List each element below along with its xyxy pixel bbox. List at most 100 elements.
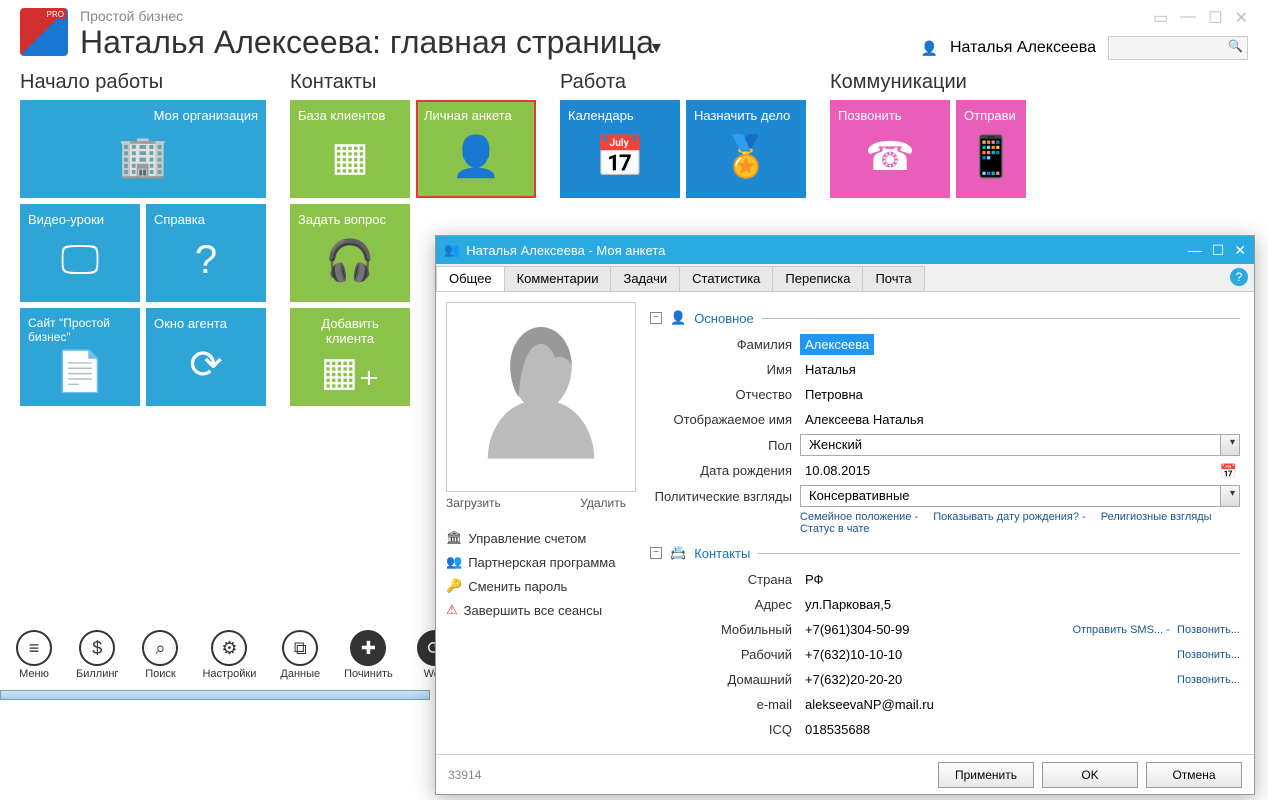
dialog-minimize-icon[interactable]: —	[1188, 242, 1202, 259]
action-sms[interactable]: Отправить SMS... -	[1072, 624, 1169, 636]
tile-ask[interactable]: Задать вопрос 🎧	[290, 204, 410, 302]
tile-agent[interactable]: Окно агента ⟳	[146, 308, 266, 406]
link-religion[interactable]: Религиозные взгляды	[1101, 511, 1212, 523]
tab-comments[interactable]: Комментарии	[504, 266, 612, 291]
field-gender[interactable]: Женский	[800, 434, 1240, 456]
building-icon: 🏢	[28, 123, 258, 190]
group-main[interactable]: − 👤 Основное	[650, 310, 1240, 326]
calendar-picker-icon[interactable]: 📅	[1220, 463, 1237, 480]
field-display[interactable]: Алексеева Наталья	[800, 409, 1240, 430]
bt-data[interactable]: ⧉Данные	[280, 630, 320, 680]
field-surname[interactable]: Алексеева	[800, 334, 874, 355]
collapse-icon[interactable]: −	[650, 547, 662, 559]
section-work-title: Работа	[560, 71, 820, 94]
calendar-icon: 📅	[568, 123, 672, 190]
action-call[interactable]: Позвонить...	[1177, 649, 1240, 661]
dialog-maximize-icon[interactable]: ☐	[1212, 242, 1225, 259]
maximize-icon[interactable]: ☐	[1208, 8, 1222, 28]
search-input[interactable]	[1108, 36, 1248, 60]
cancel-button[interactable]: Отмена	[1146, 762, 1242, 788]
field-icq[interactable]: 018535688	[800, 719, 1240, 740]
field-work-phone[interactable]: +7(632)10-10-10	[800, 644, 1177, 665]
user-icon: 👤	[921, 40, 938, 57]
headset-icon: 🎧	[298, 227, 402, 294]
field-patronymic[interactable]: Петровна	[800, 384, 1240, 405]
tile-call[interactable]: Позвонить ☎	[830, 100, 950, 198]
dialog-tabs: Общее Комментарии Задачи Статистика Пере…	[436, 264, 1254, 292]
bt-settings[interactable]: ⚙Настройки	[202, 630, 256, 680]
field-country[interactable]: РФ	[800, 569, 1240, 590]
avatar-upload[interactable]: Загрузить	[446, 496, 501, 510]
tile-send[interactable]: Отправи 📱	[956, 100, 1026, 198]
tile-personal-form[interactable]: Личная анкета 👤	[416, 100, 536, 198]
avatar-delete[interactable]: Удалить	[580, 496, 626, 510]
document-icon: 📄	[28, 344, 132, 398]
bt-repair[interactable]: ✚Починить	[344, 630, 393, 680]
bank-icon: 🏛	[446, 530, 463, 546]
tile-client-db[interactable]: База клиентов ▦	[290, 100, 410, 198]
tile-assign[interactable]: Назначить дело 🏅	[686, 100, 806, 198]
ribbon-icon: 🏅	[694, 123, 798, 190]
app-subtitle: Простой бизнес	[80, 8, 921, 24]
close-icon[interactable]: ✕	[1235, 8, 1248, 28]
field-email[interactable]: alekseevaNP@mail.ru	[800, 694, 1240, 715]
phone-icon: ☎	[838, 123, 942, 190]
bt-search[interactable]: ⌕Поиск	[142, 630, 178, 680]
device-icon: 📱	[964, 123, 1018, 190]
section-contacts-title: Контакты	[290, 71, 550, 94]
field-name[interactable]: Наталья	[800, 359, 1240, 380]
tile-help[interactable]: Справка ?	[146, 204, 266, 302]
grid-plus-icon: ▦₊	[298, 346, 402, 398]
record-id: 33914	[448, 768, 481, 782]
link-chat-status[interactable]: Статус в чате	[800, 523, 869, 535]
bt-menu[interactable]: ≡Меню	[16, 630, 52, 680]
field-birth[interactable]: 10.08.2015📅	[800, 460, 1240, 481]
status-bar	[0, 690, 430, 700]
bt-billing[interactable]: $Биллинг	[76, 630, 118, 680]
dialog-titlebar[interactable]: 👥 Наталья Алексеева - Моя анкета — ☐ ✕	[436, 236, 1254, 264]
tab-general[interactable]: Общее	[436, 266, 505, 291]
toggle-icon[interactable]: ▭	[1153, 8, 1168, 28]
group-contacts[interactable]: − 📇 Контакты	[650, 545, 1240, 561]
people-icon: 👥	[446, 554, 462, 570]
tile-calendar[interactable]: Календарь 📅	[560, 100, 680, 198]
collapse-icon[interactable]: −	[650, 312, 662, 324]
grid-icon: ▦	[298, 123, 402, 190]
tab-stats[interactable]: Статистика	[679, 266, 773, 291]
tab-msgs[interactable]: Переписка	[772, 266, 863, 291]
field-mobile[interactable]: +7(961)304-50-99	[800, 619, 1072, 640]
warning-icon: ⚠	[446, 602, 458, 618]
page-title[interactable]: Наталья Алексеева: главная страница	[80, 24, 921, 61]
action-call[interactable]: Позвонить...	[1177, 674, 1240, 686]
tile-site[interactable]: Сайт "Простой бизнес" 📄	[20, 308, 140, 406]
tab-tasks[interactable]: Задачи	[610, 266, 680, 291]
tile-video[interactable]: Видео-уроки 🖵	[20, 204, 140, 302]
profile-dialog: 👥 Наталья Алексеева - Моя анкета — ☐ ✕ О…	[435, 235, 1255, 795]
field-address[interactable]: ул.Парковая,5	[800, 594, 1240, 615]
link-marital[interactable]: Семейное положение -	[800, 511, 918, 523]
tab-mail[interactable]: Почта	[862, 266, 924, 291]
minimize-icon[interactable]: —	[1180, 8, 1196, 28]
tile-add-client[interactable]: Добавить клиента ▦₊	[290, 308, 410, 406]
tile-my-org[interactable]: Моя организация 🏢	[20, 100, 266, 198]
swirl-icon: ⟳	[154, 331, 258, 398]
link-end-sessions[interactable]: ⚠Завершить все сеансы	[446, 602, 626, 618]
link-partner[interactable]: 👥Партнерская программа	[446, 554, 626, 570]
person-icon: 👤	[424, 123, 528, 190]
ok-button[interactable]: OK	[1042, 762, 1138, 788]
current-user[interactable]: Наталья Алексеева	[950, 39, 1096, 57]
people-icon: 👥	[444, 242, 460, 258]
link-account[interactable]: 🏛Управление счетом	[446, 530, 626, 546]
bottom-toolbar: ≡Меню $Биллинг ⌕Поиск ⚙Настройки ⧉Данные…	[16, 630, 453, 680]
action-call[interactable]: Позвонить...	[1177, 624, 1240, 636]
link-show-bday[interactable]: Показывать дату рождения? -	[933, 511, 1085, 523]
field-home-phone[interactable]: +7(632)20-20-20	[800, 669, 1177, 690]
apply-button[interactable]: Применить	[938, 762, 1034, 788]
person-badge-icon: 👤	[670, 310, 686, 326]
avatar-placeholder[interactable]	[446, 302, 636, 492]
field-politics[interactable]: Консервативные	[800, 485, 1240, 507]
help-icon[interactable]: ?	[1230, 268, 1248, 286]
link-password[interactable]: 🔑Сменить пароль	[446, 578, 626, 594]
contact-card-icon: 📇	[670, 545, 686, 561]
dialog-close-icon[interactable]: ✕	[1234, 242, 1246, 259]
